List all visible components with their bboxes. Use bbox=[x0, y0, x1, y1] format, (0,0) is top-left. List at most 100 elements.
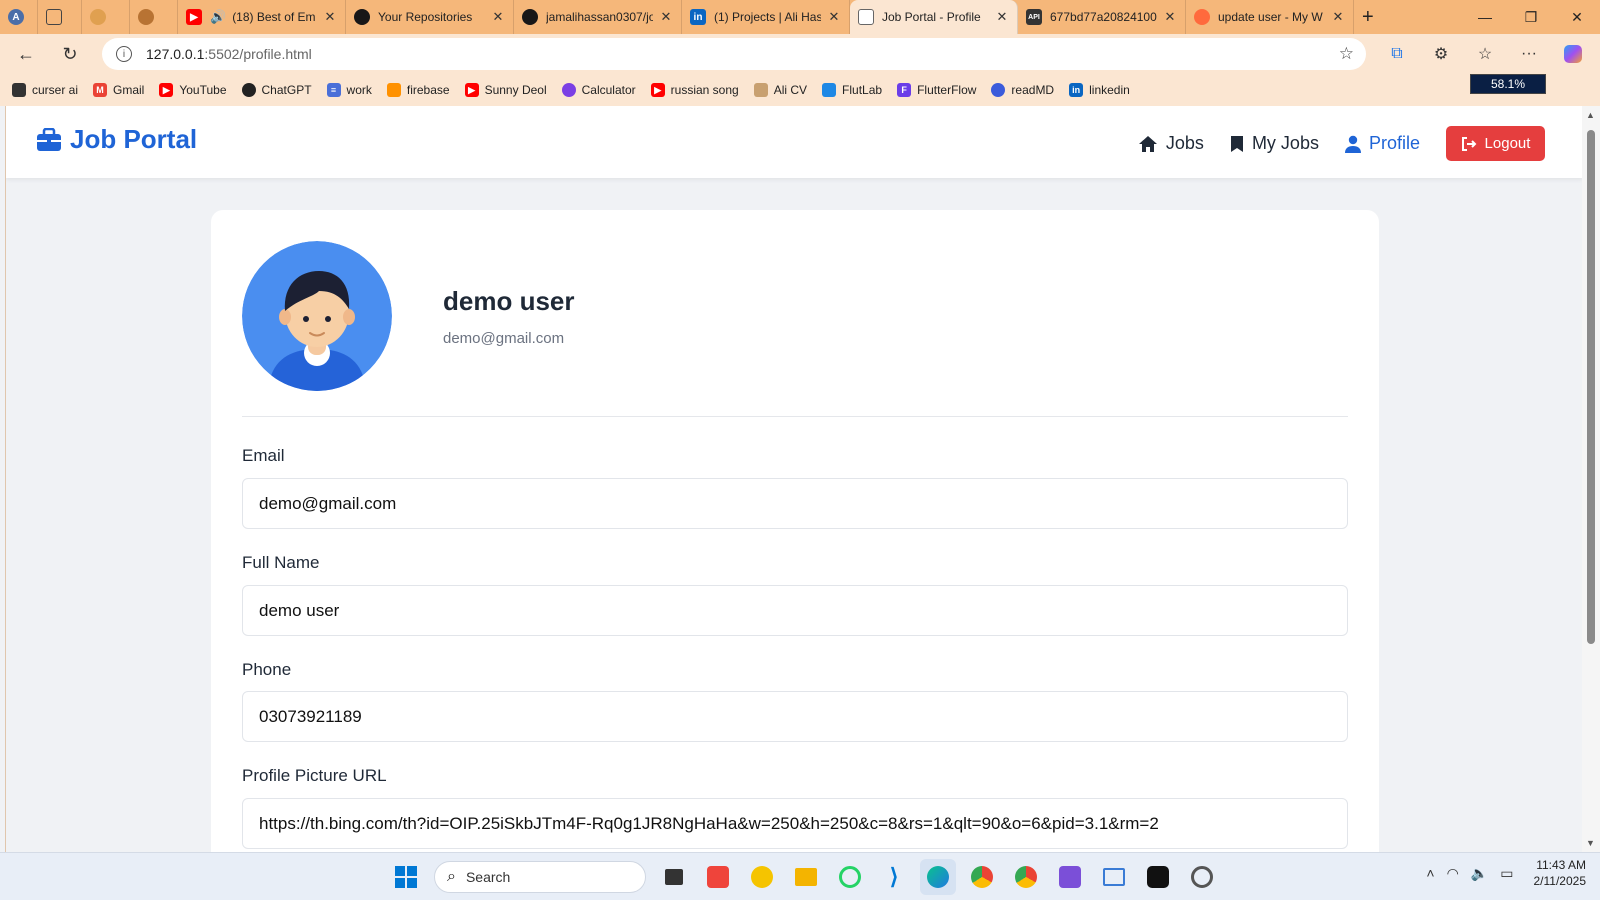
tab-job-portal-profile[interactable]: Job Portal - Profile ✕ bbox=[850, 0, 1018, 34]
bookmark-item[interactable]: M Gmail bbox=[93, 83, 144, 97]
close-icon[interactable]: ✕ bbox=[1331, 9, 1345, 25]
star-icon[interactable]: ☆ bbox=[1339, 44, 1354, 64]
bookmark-item[interactable]: ▶ russian song bbox=[650, 83, 739, 97]
bookmark-icon bbox=[1230, 135, 1243, 152]
bookmark-item[interactable]: curser ai bbox=[12, 83, 78, 97]
taskbar-search[interactable]: ⌕ Search bbox=[434, 861, 646, 893]
linkedin-icon: in bbox=[690, 9, 706, 25]
scroll-down-icon[interactable]: ▼ bbox=[1586, 838, 1595, 848]
reload-icon[interactable]: ↻ bbox=[52, 38, 88, 70]
brand-logo[interactable]: Job Portal bbox=[36, 124, 197, 155]
clock-app-icon[interactable] bbox=[1184, 859, 1220, 895]
tab-title: jamalihassan0307/jo bbox=[546, 10, 653, 24]
workspaces-button[interactable] bbox=[38, 0, 82, 34]
tab-title: update user - My W bbox=[1218, 10, 1323, 24]
tab-title: Your Repositories bbox=[378, 10, 473, 24]
search-label: Search bbox=[465, 869, 511, 885]
edge-icon[interactable] bbox=[920, 859, 956, 895]
bookmark-item[interactable]: Calculator bbox=[561, 83, 636, 97]
tab-your-repositories[interactable]: Your Repositories ✕ bbox=[346, 0, 514, 34]
bookmark-item[interactable]: ChatGPT bbox=[241, 83, 312, 97]
address-bar[interactable]: i 127.0.0.1:5502/profile.html ☆ bbox=[102, 38, 1366, 70]
chevron-up-icon[interactable]: ˄ bbox=[1426, 865, 1434, 881]
bookmark-item[interactable]: ≡ work bbox=[326, 83, 372, 97]
bookmark-item[interactable]: ▶ Sunny Deol bbox=[464, 83, 547, 97]
copilot-icon[interactable] bbox=[1554, 38, 1592, 70]
windows-start-icon[interactable] bbox=[388, 859, 424, 895]
bookmark-item[interactable]: Ali CV bbox=[753, 83, 808, 97]
close-icon[interactable]: ✕ bbox=[1163, 9, 1177, 25]
logout-button[interactable]: Logout bbox=[1446, 126, 1545, 161]
doc-icon: ≡ bbox=[326, 83, 341, 97]
anydesk-icon[interactable] bbox=[700, 859, 736, 895]
file-explorer-icon[interactable] bbox=[788, 859, 824, 895]
page-scrollbar[interactable]: ▲ ▼ bbox=[1582, 106, 1600, 852]
more-icon[interactable]: ··· bbox=[1510, 38, 1548, 70]
calculator-icon bbox=[561, 83, 576, 97]
picture-url-label: Profile Picture URL bbox=[242, 766, 387, 785]
scrollbar-thumb[interactable] bbox=[1587, 130, 1595, 644]
profile-avatar-button[interactable]: A bbox=[0, 0, 38, 34]
tab-update-user[interactable]: update user - My W ✕ bbox=[1186, 0, 1354, 34]
user-icon bbox=[1344, 135, 1361, 153]
translate-icon[interactable]: ⧉ bbox=[1378, 38, 1416, 70]
photos-icon[interactable] bbox=[1096, 859, 1132, 895]
tab-youtube[interactable]: ▶ 🔊 (18) Best of Em ✕ bbox=[178, 0, 346, 34]
close-icon[interactable]: ✕ bbox=[323, 9, 337, 25]
chat-app-icon[interactable] bbox=[744, 859, 780, 895]
email-field[interactable] bbox=[242, 478, 1348, 529]
bookmark-item[interactable]: F FlutterFlow bbox=[897, 83, 976, 97]
tab-pinned-2[interactable] bbox=[130, 0, 178, 34]
tab-api[interactable]: API 677bd77a20824100 ✕ bbox=[1018, 0, 1186, 34]
full-name-field[interactable] bbox=[242, 585, 1348, 636]
bookmark-label: Ali CV bbox=[773, 83, 808, 97]
close-window-icon[interactable]: ✕ bbox=[1554, 0, 1600, 34]
nav-jobs[interactable]: Jobs bbox=[1138, 133, 1204, 154]
task-view-icon[interactable] bbox=[656, 859, 692, 895]
site-icon bbox=[90, 9, 106, 25]
bookmark-item[interactable]: FlutLab bbox=[822, 83, 882, 97]
bookmark-item[interactable]: ▶ YouTube bbox=[159, 83, 227, 97]
plus-icon: + bbox=[1362, 5, 1374, 28]
bookmark-item[interactable]: readMD bbox=[991, 83, 1054, 97]
back-icon[interactable]: ← bbox=[8, 38, 44, 70]
volume-icon[interactable]: 🔈 bbox=[1471, 865, 1488, 882]
close-icon[interactable]: ✕ bbox=[995, 9, 1009, 25]
extensions-icon[interactable]: ⚙ bbox=[1422, 38, 1460, 70]
terminal-app-icon[interactable] bbox=[1140, 859, 1176, 895]
close-icon[interactable]: ✕ bbox=[827, 9, 841, 25]
bookmark-item[interactable]: firebase bbox=[386, 83, 450, 97]
speaker-icon[interactable]: 🔊 bbox=[210, 9, 226, 25]
minimize-icon[interactable]: — bbox=[1462, 0, 1508, 34]
nav-profile[interactable]: Profile bbox=[1344, 133, 1420, 154]
close-icon[interactable]: ✕ bbox=[491, 9, 505, 25]
bookmark-label: russian song bbox=[670, 83, 739, 97]
wifi-icon[interactable]: ◠ bbox=[1447, 865, 1459, 882]
chrome-dev-icon[interactable] bbox=[1008, 859, 1044, 895]
visual-studio-icon[interactable] bbox=[1052, 859, 1088, 895]
firebase-icon bbox=[386, 83, 401, 97]
scroll-up-icon[interactable]: ▲ bbox=[1586, 110, 1595, 120]
picture-url-field[interactable] bbox=[242, 798, 1348, 849]
info-icon[interactable]: i bbox=[116, 46, 132, 62]
close-icon[interactable]: ✕ bbox=[659, 9, 673, 25]
taskbar-apps: ⌕ Search ⟩ bbox=[388, 859, 1228, 895]
bookmark-item[interactable]: in linkedin bbox=[1069, 83, 1130, 97]
tab-linkedin-projects[interactable]: in (1) Projects | Ali Hass ✕ bbox=[682, 0, 850, 34]
browser-tab-strip: A ▶ 🔊 (18) Best of Em ✕ Your Repositorie… bbox=[0, 0, 1600, 34]
tab-github-repo[interactable]: jamalihassan0307/jo ✕ bbox=[514, 0, 682, 34]
tab-title: Job Portal - Profile bbox=[882, 10, 981, 24]
tab-pinned-1[interactable] bbox=[82, 0, 130, 34]
favorites-icon[interactable]: ☆ bbox=[1466, 38, 1504, 70]
phone-field[interactable] bbox=[242, 691, 1348, 742]
restore-icon[interactable]: ❐ bbox=[1508, 0, 1554, 34]
chrome-icon[interactable] bbox=[964, 859, 1000, 895]
chatgpt-icon bbox=[241, 83, 256, 97]
clock[interactable]: 11:43 AM 2/11/2025 bbox=[1534, 857, 1587, 889]
battery-icon[interactable]: ▭ bbox=[1500, 865, 1513, 882]
new-tab-button[interactable]: + bbox=[1354, 0, 1394, 34]
tab-title: (18) Best of Em bbox=[232, 10, 316, 24]
nav-my-jobs[interactable]: My Jobs bbox=[1230, 133, 1319, 154]
vscode-icon[interactable]: ⟩ bbox=[876, 859, 912, 895]
whatsapp-icon[interactable] bbox=[832, 859, 868, 895]
